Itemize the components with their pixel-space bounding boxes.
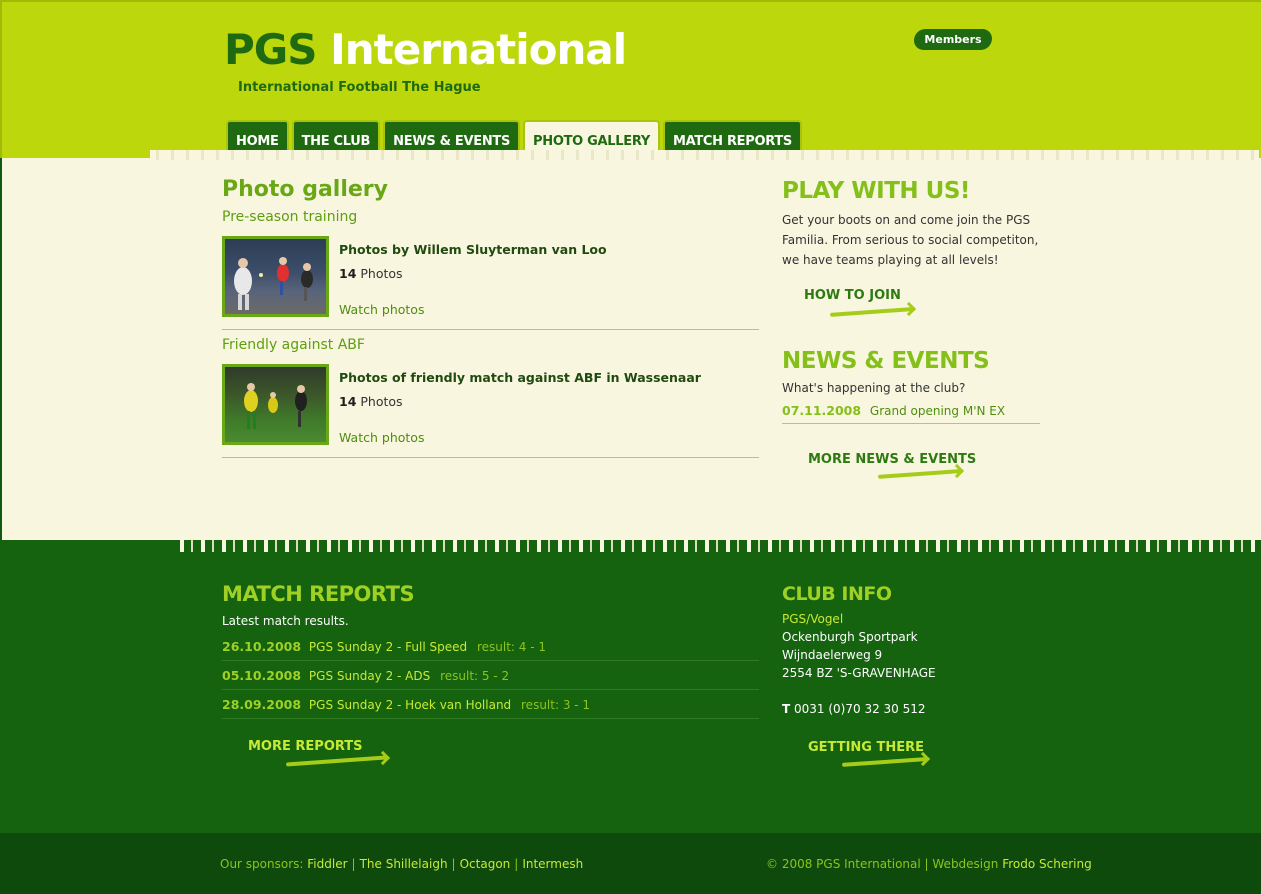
sponsor-link[interactable]: Octagon xyxy=(460,857,511,871)
arrow-head-icon xyxy=(375,750,391,766)
sponsor-link[interactable]: Intermesh xyxy=(522,857,583,871)
getting-there-label: Getting there xyxy=(808,740,925,755)
club-venue: Ockenburgh Sportpark xyxy=(782,630,918,644)
separator: | xyxy=(514,857,519,871)
club-info-section: Club info PGS/Vogel Ockenburgh Sportpark… xyxy=(782,578,1042,780)
match-reports-section: Match reports Latest match results. 26.1… xyxy=(222,578,759,779)
photo-count-label: Photos xyxy=(360,266,403,281)
club-city: 2554 BZ 'S-GRAVENHAGE xyxy=(782,666,936,680)
copyright: © 2008 PGS International | Webdesign Fro… xyxy=(766,857,1092,871)
logo-title: PGS International xyxy=(224,25,627,74)
match-name: PGS Sunday 2 - Full Speed xyxy=(308,640,468,654)
match-name: PGS Sunday 2 - Hoek van Holland xyxy=(308,698,512,712)
sponsors: Our sponsors: Fiddler | The Shillelaigh | Oc… xyxy=(220,857,583,871)
more-reports-link[interactable]: More reports xyxy=(248,739,759,779)
news-text: Grand opening M'N EX xyxy=(869,404,1006,418)
photo-count-number: 14 xyxy=(339,394,357,409)
separator: | xyxy=(351,857,356,871)
arrow-icon xyxy=(285,755,387,767)
match-date: 05.10.2008 xyxy=(222,668,302,683)
watch-photos-link[interactable]: Watch photos xyxy=(339,302,424,317)
how-to-join-label: How to join xyxy=(804,288,901,303)
match-report-row[interactable]: 26.10.2008 PGS Sunday 2 - Full Speed res… xyxy=(222,632,759,661)
album-photo-count: 14 Photos xyxy=(339,266,403,281)
torn-edge-bottom xyxy=(180,540,1261,552)
logo-tagline: International Football The Hague xyxy=(238,80,481,95)
thumbnail-image xyxy=(225,239,326,314)
play-with-us-title: Play with us! xyxy=(782,178,970,204)
photo-figures-icon xyxy=(244,383,307,429)
club-phone: T 0031 (0)70 32 30 512 xyxy=(782,700,1042,718)
photo-figures-icon xyxy=(234,257,313,310)
album-heading[interactable]: Pre-season training xyxy=(222,206,759,228)
news-date: 07.11.2008 xyxy=(782,403,862,418)
getting-there-link[interactable]: Getting there xyxy=(808,740,1042,780)
match-result: result: 5 - 2 xyxy=(440,669,510,683)
match-date: 28.09.2008 xyxy=(222,697,302,712)
album-row: Photos by Willem Sluyterman van Loo 14 P… xyxy=(222,228,759,330)
album-row: Photos of friendly match against ABF in … xyxy=(222,356,759,458)
more-news-events-label: More news & events xyxy=(808,452,977,467)
match-reports-intro: Latest match results. xyxy=(222,614,349,628)
more-news-events-link[interactable]: More news & events xyxy=(808,452,1040,492)
thumbnail-image xyxy=(225,367,326,442)
match-result: result: 3 - 1 xyxy=(521,698,591,712)
arrow-icon xyxy=(829,307,913,317)
match-result: result: 4 - 1 xyxy=(476,640,547,654)
how-to-join-link[interactable]: How to join xyxy=(804,288,1040,332)
site-logo[interactable]: PGS International International Football… xyxy=(224,25,627,96)
club-name: PGS/Vogel xyxy=(782,612,844,626)
more-reports-label: More reports xyxy=(248,739,363,754)
news-events-intro: What's happening at the club? xyxy=(782,381,966,395)
album-heading[interactable]: Friendly against ABF xyxy=(222,334,759,356)
phone-number: 0031 (0)70 32 30 512 xyxy=(794,702,926,716)
arrow-icon xyxy=(877,469,961,479)
match-name: PGS Sunday 2 - ADS xyxy=(308,669,431,683)
page-title: Photo gallery xyxy=(222,177,388,202)
separator: | xyxy=(451,857,456,871)
club-info-title: Club info xyxy=(782,583,892,605)
arrow-head-icon xyxy=(901,301,917,317)
site-footer: Our sponsors: Fiddler | The Shillelaigh | Oc… xyxy=(0,833,1261,894)
watch-photos-link[interactable]: Watch photos xyxy=(339,430,424,445)
album-thumbnail[interactable] xyxy=(222,364,329,445)
news-events-title: News & Events xyxy=(782,348,990,374)
logo-pgs: PGS xyxy=(224,25,318,74)
members-button[interactable]: Members xyxy=(914,29,992,50)
arrow-icon xyxy=(841,757,927,767)
sponsor-link[interactable]: The Shillelaigh xyxy=(360,857,448,871)
webdesign-link[interactable]: Frodo Schering xyxy=(1002,857,1092,871)
torn-edge-top xyxy=(150,150,1259,160)
photo-count-number: 14 xyxy=(339,266,357,281)
album-photo-count: 14 Photos xyxy=(339,394,403,409)
copyright-text: © 2008 PGS International | Webdesign xyxy=(766,857,999,871)
sponsor-link[interactable]: Fiddler xyxy=(307,857,347,871)
match-reports-title: Match reports xyxy=(222,582,415,606)
play-with-us-text: Get your boots on and come join the PGS … xyxy=(782,213,1039,267)
news-item[interactable]: 07.11.2008 Grand opening M'N EX xyxy=(782,398,1040,424)
club-street: Wijndaelerweg 9 xyxy=(782,648,883,662)
sponsors-label: Our sponsors: xyxy=(220,857,304,871)
album-thumbnail[interactable] xyxy=(222,236,329,317)
photo-count-label: Photos xyxy=(360,394,403,409)
album-title[interactable]: Photos of friendly match against ABF in … xyxy=(339,370,701,385)
photo-gallery-main: Photo gallery Pre-season training Photos… xyxy=(222,174,759,462)
logo-international: International xyxy=(330,25,627,74)
match-report-row[interactable]: 28.09.2008 PGS Sunday 2 - Hoek van Holla… xyxy=(222,690,759,719)
match-date: 26.10.2008 xyxy=(222,639,302,654)
site-header: PGS International International Football… xyxy=(0,0,1261,159)
phone-prefix: T xyxy=(782,702,791,716)
album-title[interactable]: Photos by Willem Sluyterman van Loo xyxy=(339,242,607,257)
match-report-row[interactable]: 05.10.2008 PGS Sunday 2 - ADS result: 5 … xyxy=(222,661,759,690)
sidebar: Play with us! Get your boots on and come… xyxy=(782,174,1040,492)
